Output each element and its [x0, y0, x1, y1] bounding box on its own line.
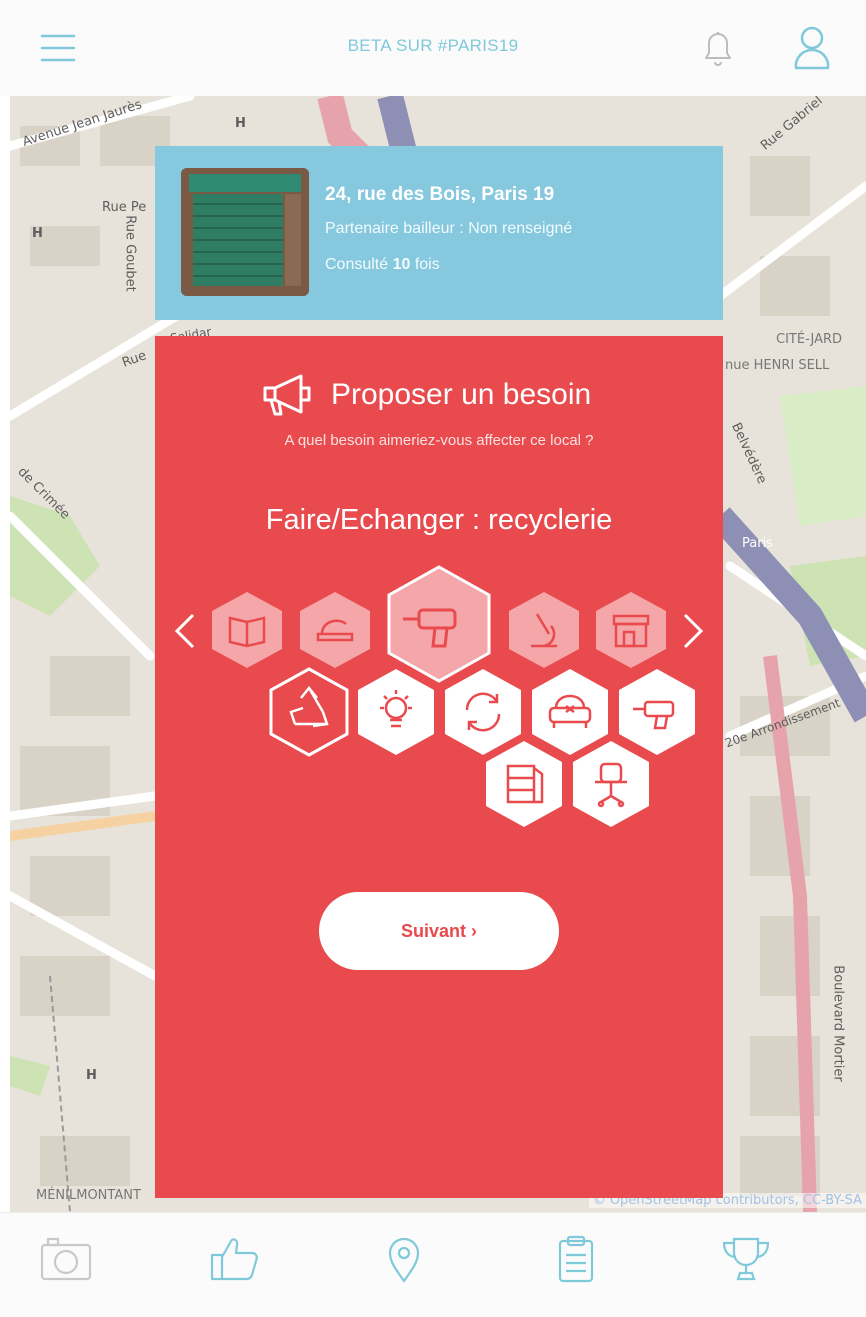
bell-icon[interactable]	[696, 26, 740, 70]
panel-header: Proposer un besoin	[155, 372, 723, 422]
category-hat-icon[interactable]	[298, 590, 372, 670]
panel-title: Proposer un besoin	[331, 378, 592, 411]
trophy-icon[interactable]	[718, 1233, 774, 1285]
hospital-label: H	[32, 226, 43, 241]
map-label: MÉNILMONTANT	[36, 1188, 141, 1203]
subcategory-lightbulb-icon[interactable]	[354, 666, 438, 758]
camera-icon[interactable]	[38, 1233, 94, 1285]
previous-arrow-icon[interactable]	[171, 611, 199, 651]
map-label: nue HENRI SELL	[725, 358, 830, 373]
category-book-icon[interactable]	[210, 590, 284, 670]
subcategory-office-chair-icon[interactable]	[569, 738, 653, 830]
map-label: Boulevard Mortier	[830, 965, 846, 1082]
subcategory-recycle-icon-selected[interactable]	[267, 666, 351, 758]
bottom-navigation	[0, 1212, 866, 1317]
map-label: Rue Goubet	[122, 215, 138, 292]
category-shop-icon[interactable]	[594, 590, 668, 670]
category-microscope-icon[interactable]	[507, 590, 581, 670]
map-pin-icon[interactable]	[376, 1233, 432, 1285]
views-prefix: Consulté	[325, 256, 393, 273]
views-count: 10	[392, 256, 411, 273]
subcategory-shelves-icon[interactable]	[482, 738, 566, 830]
next-button[interactable]: Suivant ›	[319, 892, 559, 970]
user-icon[interactable]	[790, 24, 834, 72]
selected-category-title: Faire/Echanger : recyclerie	[265, 504, 613, 536]
top-bar: BETA SUR #PARIS19	[0, 0, 866, 96]
megaphone-icon	[261, 372, 315, 418]
views-suffix: fois	[410, 256, 440, 273]
hospital-label: H	[86, 1068, 97, 1083]
clipboard-icon[interactable]	[548, 1233, 604, 1285]
next-arrow-icon[interactable]	[679, 611, 707, 651]
map-label: Paris	[742, 536, 773, 551]
thumbs-up-icon[interactable]	[206, 1233, 262, 1285]
map-label: CITÉ-JARD	[776, 332, 843, 347]
location-address: 24, rue des Bois, Paris 19	[325, 184, 555, 205]
location-views: Consulté 10 fois	[325, 256, 440, 274]
map-label: Rue Pe	[102, 200, 147, 215]
hospital-label: H	[235, 116, 246, 131]
location-card[interactable]: 24, rue des Bois, Paris 19 Partenaire ba…	[155, 146, 723, 320]
propose-need-panel: Proposer un besoin A quel besoin aimerie…	[155, 336, 723, 1198]
panel-subtitle: A quel besoin aimeriez-vous affecter ce …	[284, 432, 594, 449]
location-partner: Partenaire bailleur : Non renseigné	[325, 220, 573, 237]
location-photo	[181, 168, 309, 296]
